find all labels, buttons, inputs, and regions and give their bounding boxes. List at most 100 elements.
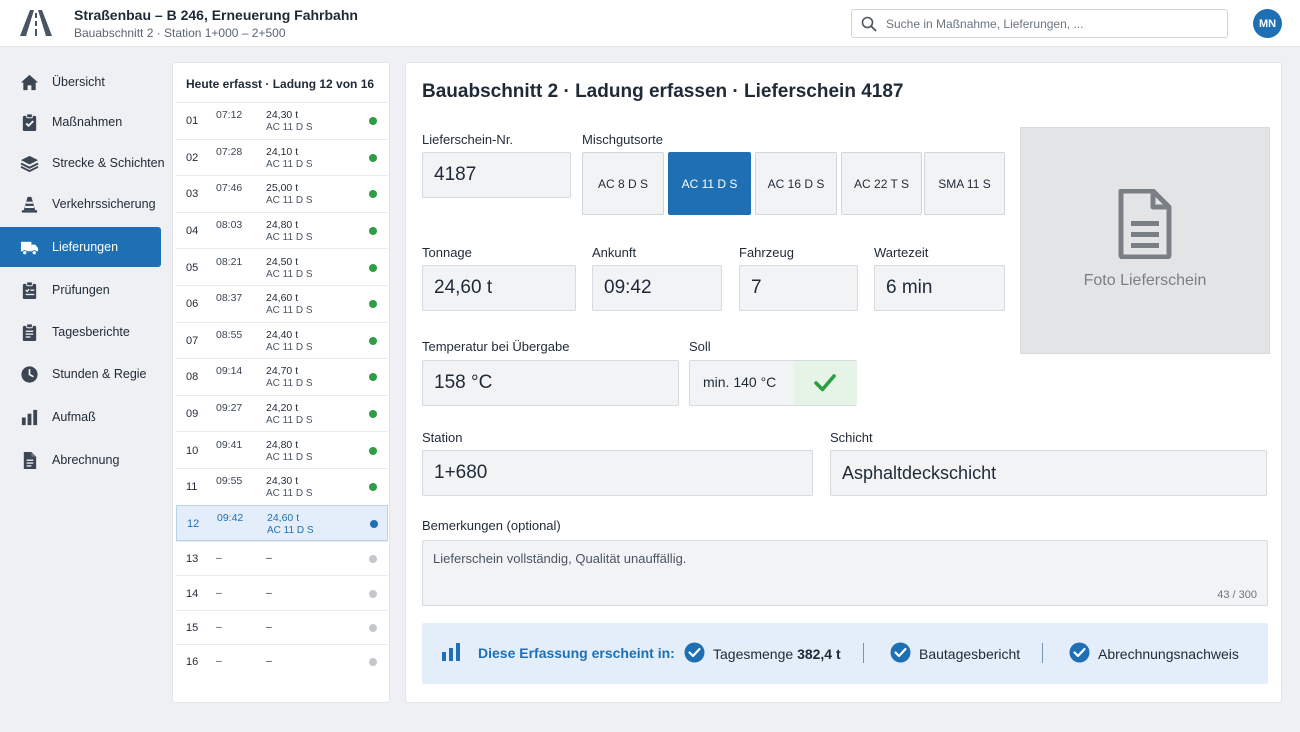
sidebar-item-massnahmen[interactable]: Maßnahmen [0,102,161,142]
photo-label: Foto Lieferschein [1083,272,1207,289]
sidebar-item-label: Verkehrssicherung [52,197,156,211]
delivery-time: 09:55 [216,475,243,488]
delivery-tonnage: 24,20 t [266,402,299,415]
sidebar-item-label: Stunden & Regie [52,367,147,381]
layer-field[interactable]: Asphaltdeckschicht [830,450,1267,496]
divider [863,643,864,663]
sidebar-item-tagesberichte[interactable]: Tagesberichte [0,312,161,352]
delivery-time: 07:28 [216,145,243,158]
delivery-number: 07 [186,334,199,347]
delivery-time: – [216,655,222,668]
mix-option-ac22ts[interactable]: AC 22 T S [841,152,922,215]
mix-option-sma11s[interactable]: SMA 11 S [924,152,1005,215]
delivery-number: 01 [186,115,199,128]
check-circle-icon [684,642,705,663]
tonnage-field[interactable]: 24,60 t [422,265,576,311]
delivery-time: 08:21 [216,255,243,268]
delivery-time: 08:55 [216,328,243,341]
delivery-row[interactable]: 12 09:42 24,60 t AC 11 D S [176,504,388,542]
project-subtitle: Bauabschnitt 2 · Station 1+000 – 2+500 [74,26,286,40]
delivery-time: 09:14 [216,365,243,378]
delivery-row[interactable]: 03 07:46 25,00 t AC 11 D S [176,175,388,212]
delivery-time: 07:46 [216,182,243,195]
delivery-tonnage: 24,30 t [266,475,299,488]
remarks-textarea[interactable]: Lieferschein vollständig, Qualität unauf… [422,540,1268,606]
delivery-mix: AC 11 D S [266,122,313,134]
sidebar-item-uebersicht[interactable]: Übersicht [0,62,161,102]
delivery-mix: AC 11 D S [267,524,314,536]
delivery-row[interactable]: 16 – – [176,644,388,678]
status-dot [369,410,377,419]
delivery-tonnage: – [266,552,272,565]
delivery-row[interactable]: 07 08:55 24,40 t AC 11 D S [176,321,388,359]
delivery-row[interactable]: 04 08:03 24,80 t AC 11 D S [176,211,388,249]
delivery-list-panel: Heute erfasst · Ladung 12 von 16 01 07:12… [172,62,390,703]
photo-upload[interactable]: Foto Lieferschein [1020,127,1270,354]
delivery-number: 08 [186,371,199,384]
vehicle-field[interactable]: 7 [739,265,858,311]
sidebar-item-strecke-schichten[interactable]: Strecke & Schichten [0,143,165,183]
delivery-row[interactable]: 10 09:41 24,80 t AC 11 D S [176,431,388,468]
delivery-row[interactable]: 01 07:12 24,30 t AC 11 D S [176,102,388,139]
temperature-label: Temperatur bei Übergabe [422,339,570,354]
delivery-tonnage: 24,80 t [266,438,299,451]
sidebar-item-verkehrssicherung[interactable]: Verkehrssicherung [0,184,161,224]
remarks-label: Bemerkungen (optional) [422,518,561,533]
document-photo-icon [1118,189,1172,259]
delivery-row[interactable]: 14 – – [176,575,388,609]
divider [1042,643,1043,663]
check-circle-icon [1069,642,1090,663]
sidebar-item-label: Abrechnung [52,453,120,467]
delivery-tonnage: – [266,620,272,633]
delivery-row[interactable]: 06 08:37 24,60 t AC 11 D S [176,284,388,322]
delivery-number: 06 [186,298,199,311]
delivery-time: 08:37 [216,292,243,305]
delivery-number: 04 [186,225,199,238]
delivery-row[interactable]: 13 – – [176,541,388,575]
delivery-row[interactable]: 09 09:27 24,20 t AC 11 D S [176,394,388,432]
sidebar-item-aufmass[interactable]: Aufmaß [0,397,161,437]
sidebar-item-pruefungen[interactable]: Prüfungen [0,270,161,310]
status-dot [369,227,377,236]
status-dot [369,263,377,272]
wait-field[interactable]: 6 min [874,265,1005,311]
mix-option-ac16ds[interactable]: AC 16 D S [755,152,837,215]
arrival-field[interactable]: 09:42 [592,265,722,311]
document-icon [23,451,37,470]
status-dot [369,153,377,162]
delivery-time: 08:03 [216,219,243,232]
vehicle-label: Fahrzeug [739,245,794,260]
status-dot [369,446,377,455]
mix-option-ac11ds[interactable]: AC 11 D S [668,152,751,215]
search-box[interactable] [851,9,1228,38]
lieferschein-field[interactable]: 4187 [422,152,571,198]
sidebar-item-label: Maßnahmen [52,115,123,129]
delivery-time: 09:42 [217,511,244,524]
sidebar-item-lieferungen[interactable]: Lieferungen [0,227,161,267]
check-circle-icon [890,642,911,663]
station-field[interactable]: 1+680 [422,450,813,496]
delivery-row[interactable]: 08 09:14 24,70 t AC 11 D S [176,358,388,395]
sidebar-item-label: Übersicht [52,75,105,89]
delivery-row[interactable]: 05 08:21 24,50 t AC 11 D S [176,248,388,285]
temperature-field[interactable]: 158 °C [422,360,679,406]
delivery-row[interactable]: 11 09:55 24,30 t AC 11 D S [176,467,388,505]
status-dot [369,483,377,492]
delivery-row[interactable]: 02 07:28 24,10 t AC 11 D S [176,138,388,176]
status-dot [369,117,377,126]
soll-value: min. 140 °C [703,374,777,390]
user-avatar[interactable]: MN [1253,9,1282,38]
delivery-row[interactable]: 15 – – [176,609,388,644]
checkmark-icon [814,374,836,392]
delivery-tonnage: 25,00 t [266,182,299,195]
sidebar-item-stunden-regie[interactable]: Stunden & Regie [0,354,161,394]
mix-option-ac8ds[interactable]: AC 8 D S [582,152,664,215]
delivery-list: 01 07:12 24,30 t AC 11 D S 02 07:28 24,10 t AC … [176,102,388,678]
report-icon [22,323,37,342]
billing-proof-text: Abrechnungsnachweis [1098,646,1239,662]
sidebar-item-label: Lieferungen [52,240,119,254]
sidebar-item-abrechnung[interactable]: Abrechnung [0,440,161,480]
delivery-number: 14 [186,587,199,600]
status-dot [369,336,377,345]
search-input[interactable] [886,14,1220,34]
